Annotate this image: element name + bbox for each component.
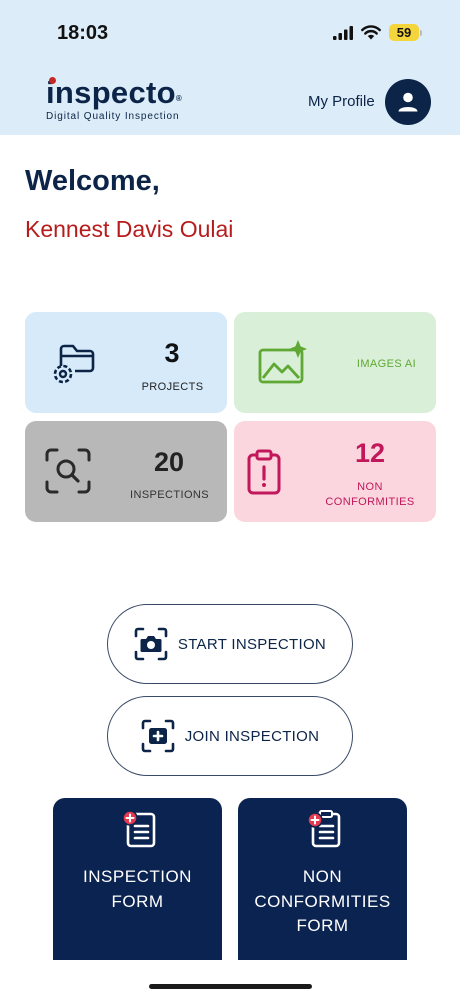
status-icons: 59 bbox=[333, 24, 422, 41]
folder-gear-icon bbox=[53, 344, 95, 384]
scan-search-icon bbox=[45, 448, 91, 494]
my-profile-link[interactable]: My Profile bbox=[308, 93, 375, 110]
clipboard-plus-icon bbox=[122, 810, 156, 848]
non-conformities-label-line2: CONFORMITIES bbox=[325, 496, 415, 508]
nc-form-line3: FORM bbox=[296, 916, 349, 935]
welcome-heading: Welcome, bbox=[25, 165, 160, 197]
camera-scan-icon bbox=[134, 627, 168, 661]
inspection-form-line1: INSPECTION bbox=[83, 867, 192, 886]
logo-registered-mark: ® bbox=[175, 94, 183, 103]
inspections-label: INSPECTIONS bbox=[130, 489, 209, 501]
join-inspection-label: JOIN INSPECTION bbox=[184, 727, 320, 745]
clipboard-alert-icon bbox=[247, 449, 281, 495]
logo-tagline: Digital Quality Inspection bbox=[46, 111, 180, 122]
projects-tile[interactable]: 3 PROJECTS bbox=[25, 312, 227, 413]
images-ai-tile[interactable]: IMAGES AI bbox=[234, 312, 436, 413]
inspection-form-card[interactable]: INSPECTION FORM bbox=[53, 798, 222, 960]
image-sparkle-icon bbox=[258, 340, 307, 384]
inspections-count: 20 bbox=[153, 447, 185, 477]
wifi-icon bbox=[361, 25, 381, 40]
start-inspection-label: START INSPECTION bbox=[177, 635, 327, 653]
user-name: Kennest Davis Oulai bbox=[25, 216, 234, 242]
inspections-tile[interactable]: 20 INSPECTIONS bbox=[25, 421, 227, 522]
inspection-form-label: INSPECTION FORM bbox=[53, 865, 222, 914]
start-inspection-button[interactable]: START INSPECTION bbox=[107, 604, 353, 684]
non-conformities-form-card[interactable]: NON CONFORMITIES FORM bbox=[238, 798, 407, 960]
join-inspection-button[interactable]: JOIN INSPECTION bbox=[107, 696, 353, 776]
home-indicator[interactable] bbox=[149, 984, 312, 989]
non-conformities-label: NON CONFORMITIES bbox=[320, 480, 420, 510]
profile-avatar-button[interactable] bbox=[385, 79, 431, 125]
inspection-form-line2: FORM bbox=[111, 891, 164, 911]
battery-level: 59 bbox=[389, 24, 419, 41]
non-conformities-form-label: NON CONFORMITIES FORM bbox=[238, 865, 407, 939]
logo-wordmark: inspecto bbox=[46, 75, 176, 110]
inspecto-logo: inspecto® Digital Quality Inspection bbox=[46, 77, 182, 122]
app-header: 18:03 59 inspecto® Digital Quality Inspe… bbox=[0, 0, 460, 135]
user-icon bbox=[398, 92, 418, 112]
nc-form-line2: CONFORMITIES bbox=[254, 891, 391, 911]
logo-red-dot bbox=[49, 77, 56, 84]
clipboard-plus-icon bbox=[307, 810, 341, 848]
battery-indicator: 59 bbox=[389, 24, 422, 41]
images-ai-label: IMAGES AI bbox=[356, 358, 417, 370]
add-scan-icon bbox=[141, 719, 175, 753]
cellular-signal-icon bbox=[333, 25, 353, 40]
status-time: 18:03 bbox=[57, 22, 109, 44]
non-conformities-tile[interactable]: 12 NON CONFORMITIES bbox=[234, 421, 436, 522]
projects-label: PROJECTS bbox=[141, 381, 204, 393]
projects-count: 3 bbox=[164, 338, 180, 368]
nc-form-line1: NON bbox=[302, 867, 343, 886]
non-conformities-label-line1: NON bbox=[357, 481, 383, 493]
non-conformities-count: 12 bbox=[354, 438, 386, 468]
